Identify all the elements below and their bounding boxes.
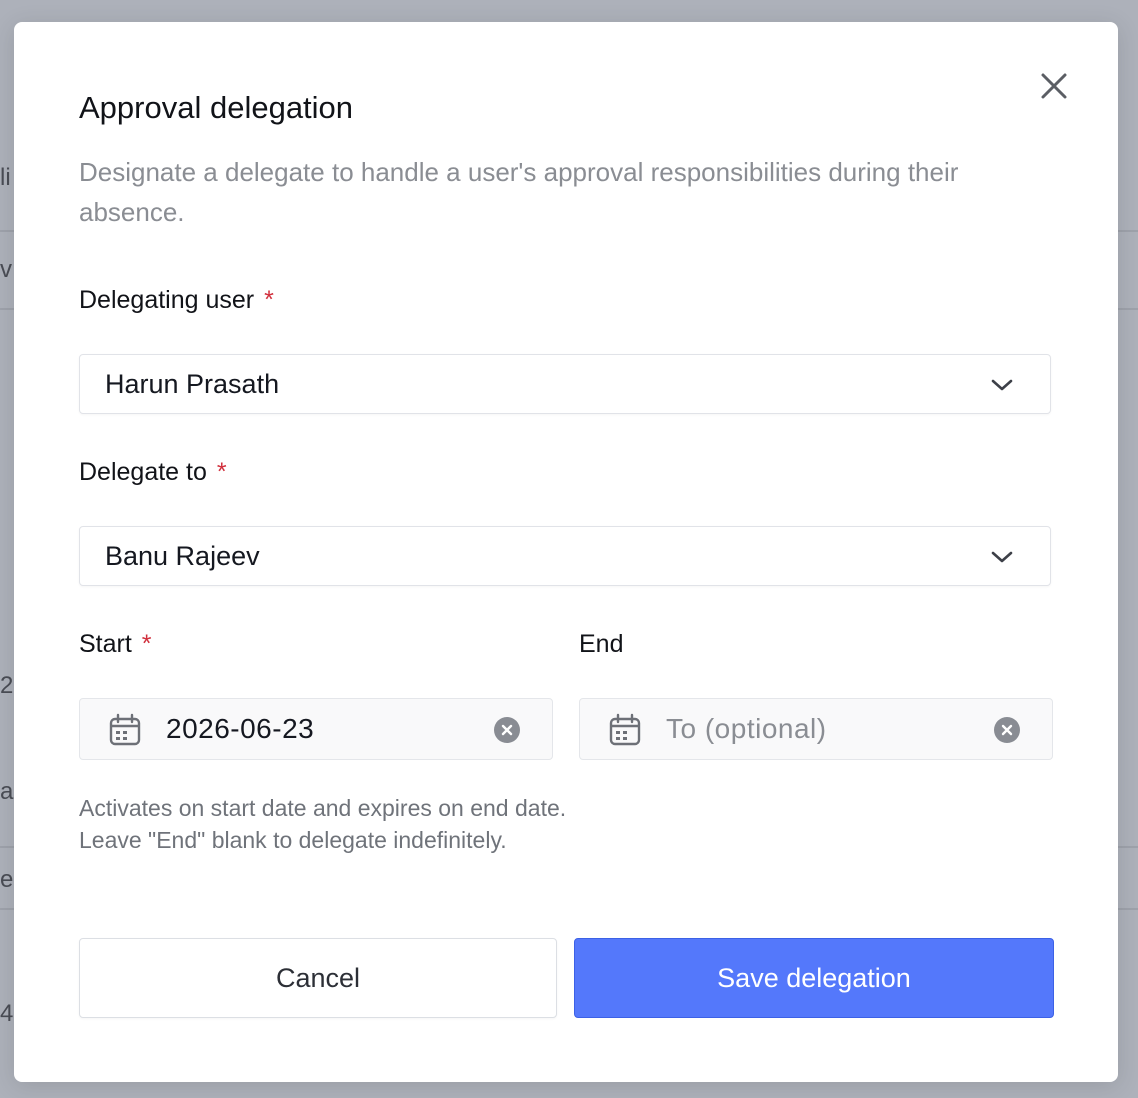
delegate-to-label-text: Delegate to <box>79 458 207 486</box>
background-text-fragment: li <box>0 164 11 191</box>
delegate-to-value: Banu Rajeev <box>105 541 260 571</box>
dialog-title: Approval delegation <box>79 90 354 125</box>
date-help-text: Activates on start date and expires on e… <box>79 792 566 856</box>
required-asterisk: * <box>216 458 227 486</box>
cancel-button[interactable]: Cancel <box>79 938 557 1018</box>
close-icon <box>1041 73 1067 99</box>
start-date-input[interactable] <box>166 709 486 749</box>
chevron-down-icon <box>991 551 1013 563</box>
clear-icon[interactable] <box>494 717 520 743</box>
chevron-down-icon <box>991 379 1013 391</box>
help-line: Leave "End" blank to delegate indefinite… <box>79 827 507 853</box>
clear-icon[interactable] <box>994 717 1020 743</box>
end-label-text: End <box>579 630 624 658</box>
dialog-subtitle: Designate a delegate to handle a user's … <box>79 157 959 227</box>
delegate-to-select[interactable]: Banu Rajeev <box>79 526 1051 586</box>
delegating-user-label: Delegating user * <box>79 286 274 315</box>
background-text-fragment: v <box>0 256 12 283</box>
approval-delegation-dialog: Approval delegation Designate a delegate… <box>14 22 1118 1082</box>
end-date-picker[interactable] <box>579 698 1053 760</box>
required-asterisk: * <box>141 630 152 658</box>
help-line: Activates on start date and expires on e… <box>79 795 567 821</box>
delegate-to-label: Delegate to * <box>79 458 227 487</box>
delegating-user-select[interactable]: Harun Prasath <box>79 354 1051 414</box>
calendar-icon <box>109 713 141 746</box>
start-label: Start * <box>79 630 152 659</box>
end-label: End <box>579 630 623 659</box>
calendar-icon <box>609 713 641 746</box>
end-date-input[interactable] <box>666 709 986 749</box>
start-date-picker[interactable] <box>79 698 553 760</box>
save-delegation-button[interactable]: Save delegation <box>574 938 1054 1018</box>
background-text-fragment: 4 <box>0 1000 14 1027</box>
close-button[interactable] <box>1038 70 1070 102</box>
delegating-user-value: Harun Prasath <box>105 369 280 399</box>
start-label-text: Start <box>79 630 132 658</box>
required-asterisk: * <box>264 286 274 314</box>
delegating-user-label-text: Delegating user <box>79 286 255 314</box>
background-text-fragment: a <box>0 778 14 805</box>
